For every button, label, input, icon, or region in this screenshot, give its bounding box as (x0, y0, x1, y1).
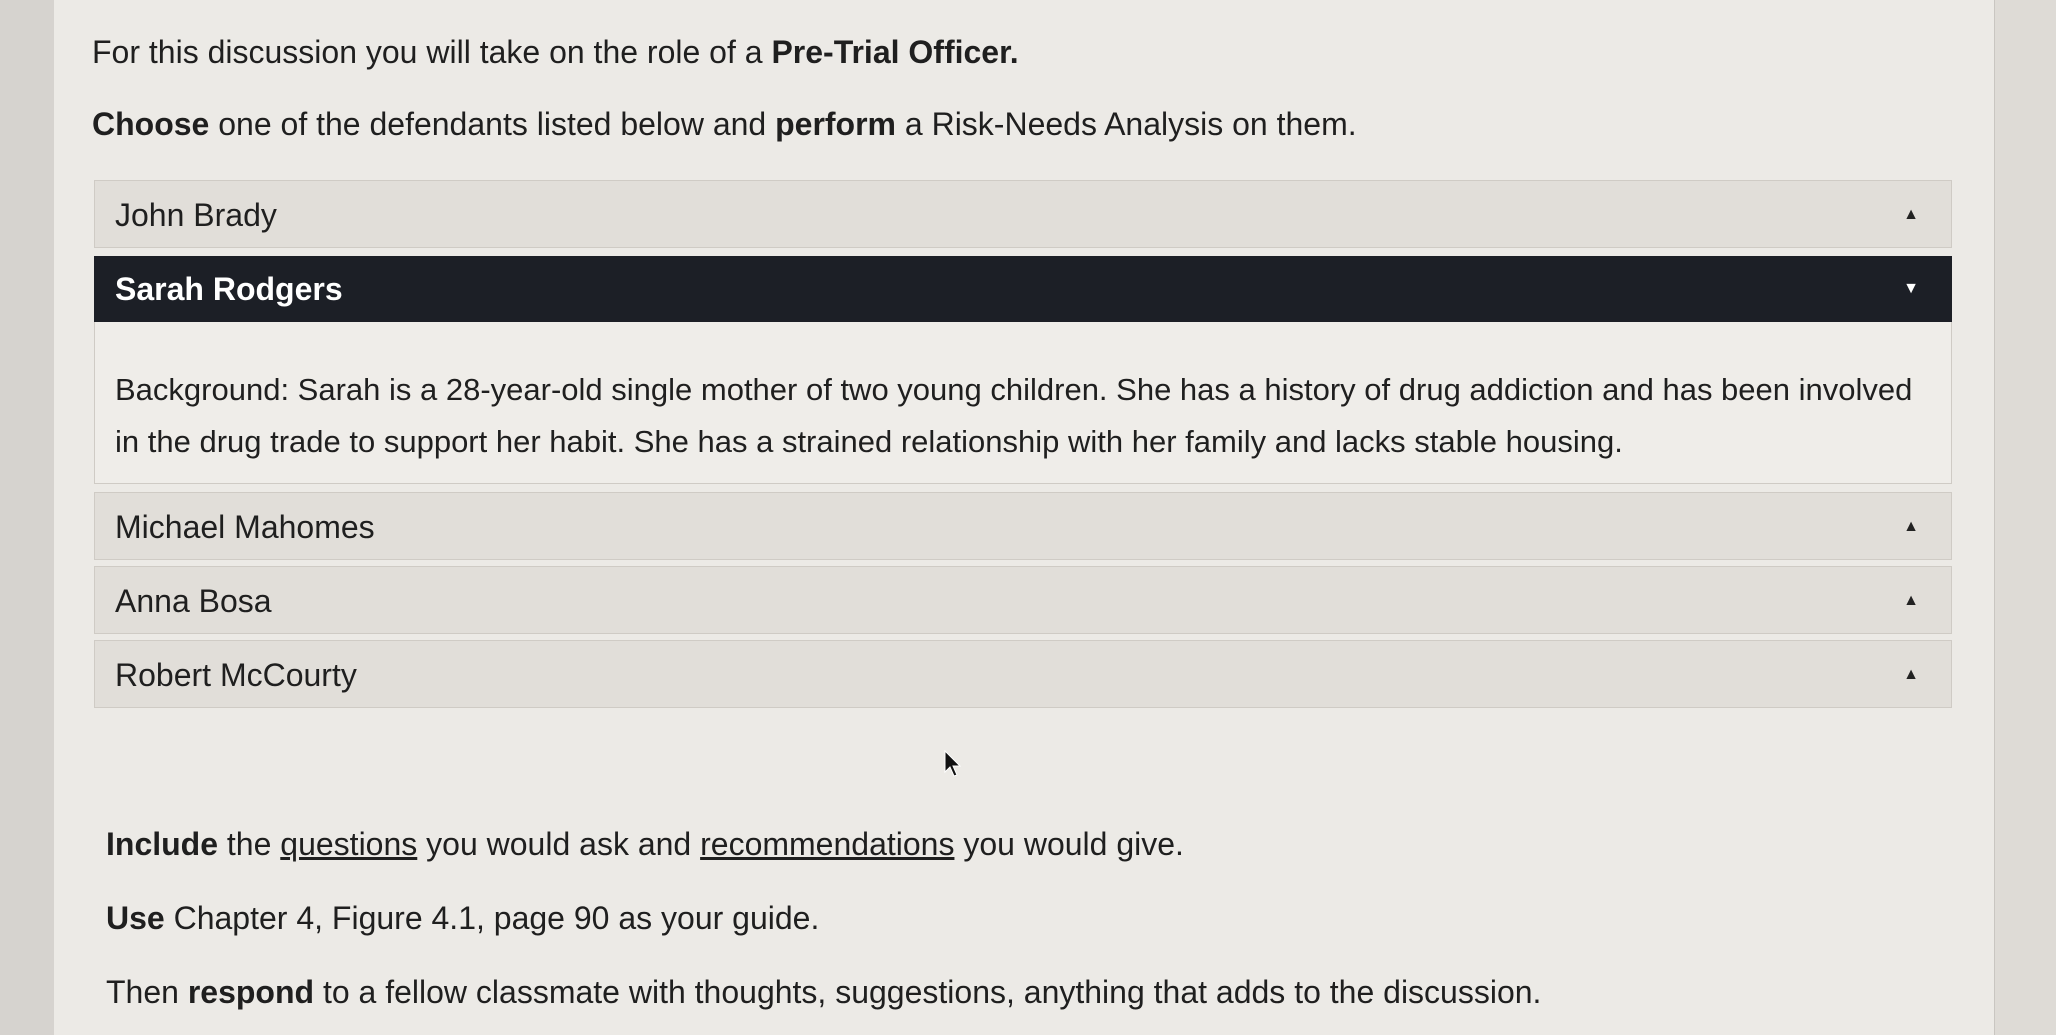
recommendations-link: recommendations (700, 826, 955, 862)
instruction-text: Choose one of the defendants listed belo… (92, 102, 1357, 146)
chevron-down-icon: ▼ (1903, 280, 1919, 297)
sarah-background-text: Background: Sarah is a 28-year-old singl… (115, 372, 1913, 459)
chevron-up-icon: ▲ (1903, 666, 1919, 683)
respond-word: respond (187, 974, 315, 1010)
include-text-a: the (218, 826, 281, 862)
instruction-middle: one of the defendants listed below and (209, 106, 776, 142)
respond-line: Then respond to a fellow classmate with … (106, 970, 1541, 1014)
use-line: Use Chapter 4, Figure 4.1, page 90 as yo… (106, 896, 819, 940)
instruction-choose: Choose (92, 106, 210, 142)
defendants-accordion: John Brady ▲ Sarah Rodgers ▼ Background:… (94, 180, 1952, 708)
accordion-item-label: Robert McCourty (115, 657, 357, 693)
questions-link: questions (280, 826, 418, 862)
include-text-c: you would give. (954, 826, 1184, 862)
respond-text: to a fellow classmate with thoughts, sug… (314, 974, 1542, 1010)
page-right-edge (1994, 0, 2056, 1035)
intro-role: Pre-Trial Officer. (771, 34, 1019, 70)
accordion-item-label: Anna Bosa (115, 583, 272, 619)
accordion-item-robert-mccourty[interactable]: Robert McCourty ▲ (94, 640, 1952, 708)
include-word: Include (106, 826, 219, 862)
intro-prefix: For this discussion you will take on the… (92, 34, 772, 70)
instruction-perform: perform (775, 106, 896, 142)
chevron-up-icon: ▲ (1903, 592, 1919, 609)
accordion-item-label: Michael Mahomes (115, 509, 375, 545)
accordion-item-sarah-rodgers[interactable]: Sarah Rodgers ▼ (94, 256, 1952, 322)
accordion-item-label: John Brady (115, 197, 277, 233)
accordion-item-anna-bosa[interactable]: Anna Bosa ▲ (94, 566, 1952, 634)
include-line: Include the questions you would ask and … (106, 822, 1184, 866)
include-text-b: you would ask and (417, 826, 701, 862)
accordion-item-label: Sarah Rodgers (115, 271, 343, 307)
use-word: Use (106, 900, 165, 936)
accordion-panel-sarah-rodgers: Background: Sarah is a 28-year-old singl… (94, 322, 1952, 484)
then-text: Then (106, 974, 188, 1010)
accordion-item-john-brady[interactable]: John Brady ▲ (94, 180, 1952, 248)
accordion-item-michael-mahomes[interactable]: Michael Mahomes ▲ (94, 492, 1952, 560)
use-text: Chapter 4, Figure 4.1, page 90 as your g… (164, 900, 820, 936)
chevron-up-icon: ▲ (1903, 518, 1919, 535)
instruction-suffix: a Risk-Needs Analysis on them. (896, 106, 1357, 142)
chevron-up-icon: ▲ (1903, 206, 1919, 223)
intro-text: For this discussion you will take on the… (92, 30, 1019, 74)
